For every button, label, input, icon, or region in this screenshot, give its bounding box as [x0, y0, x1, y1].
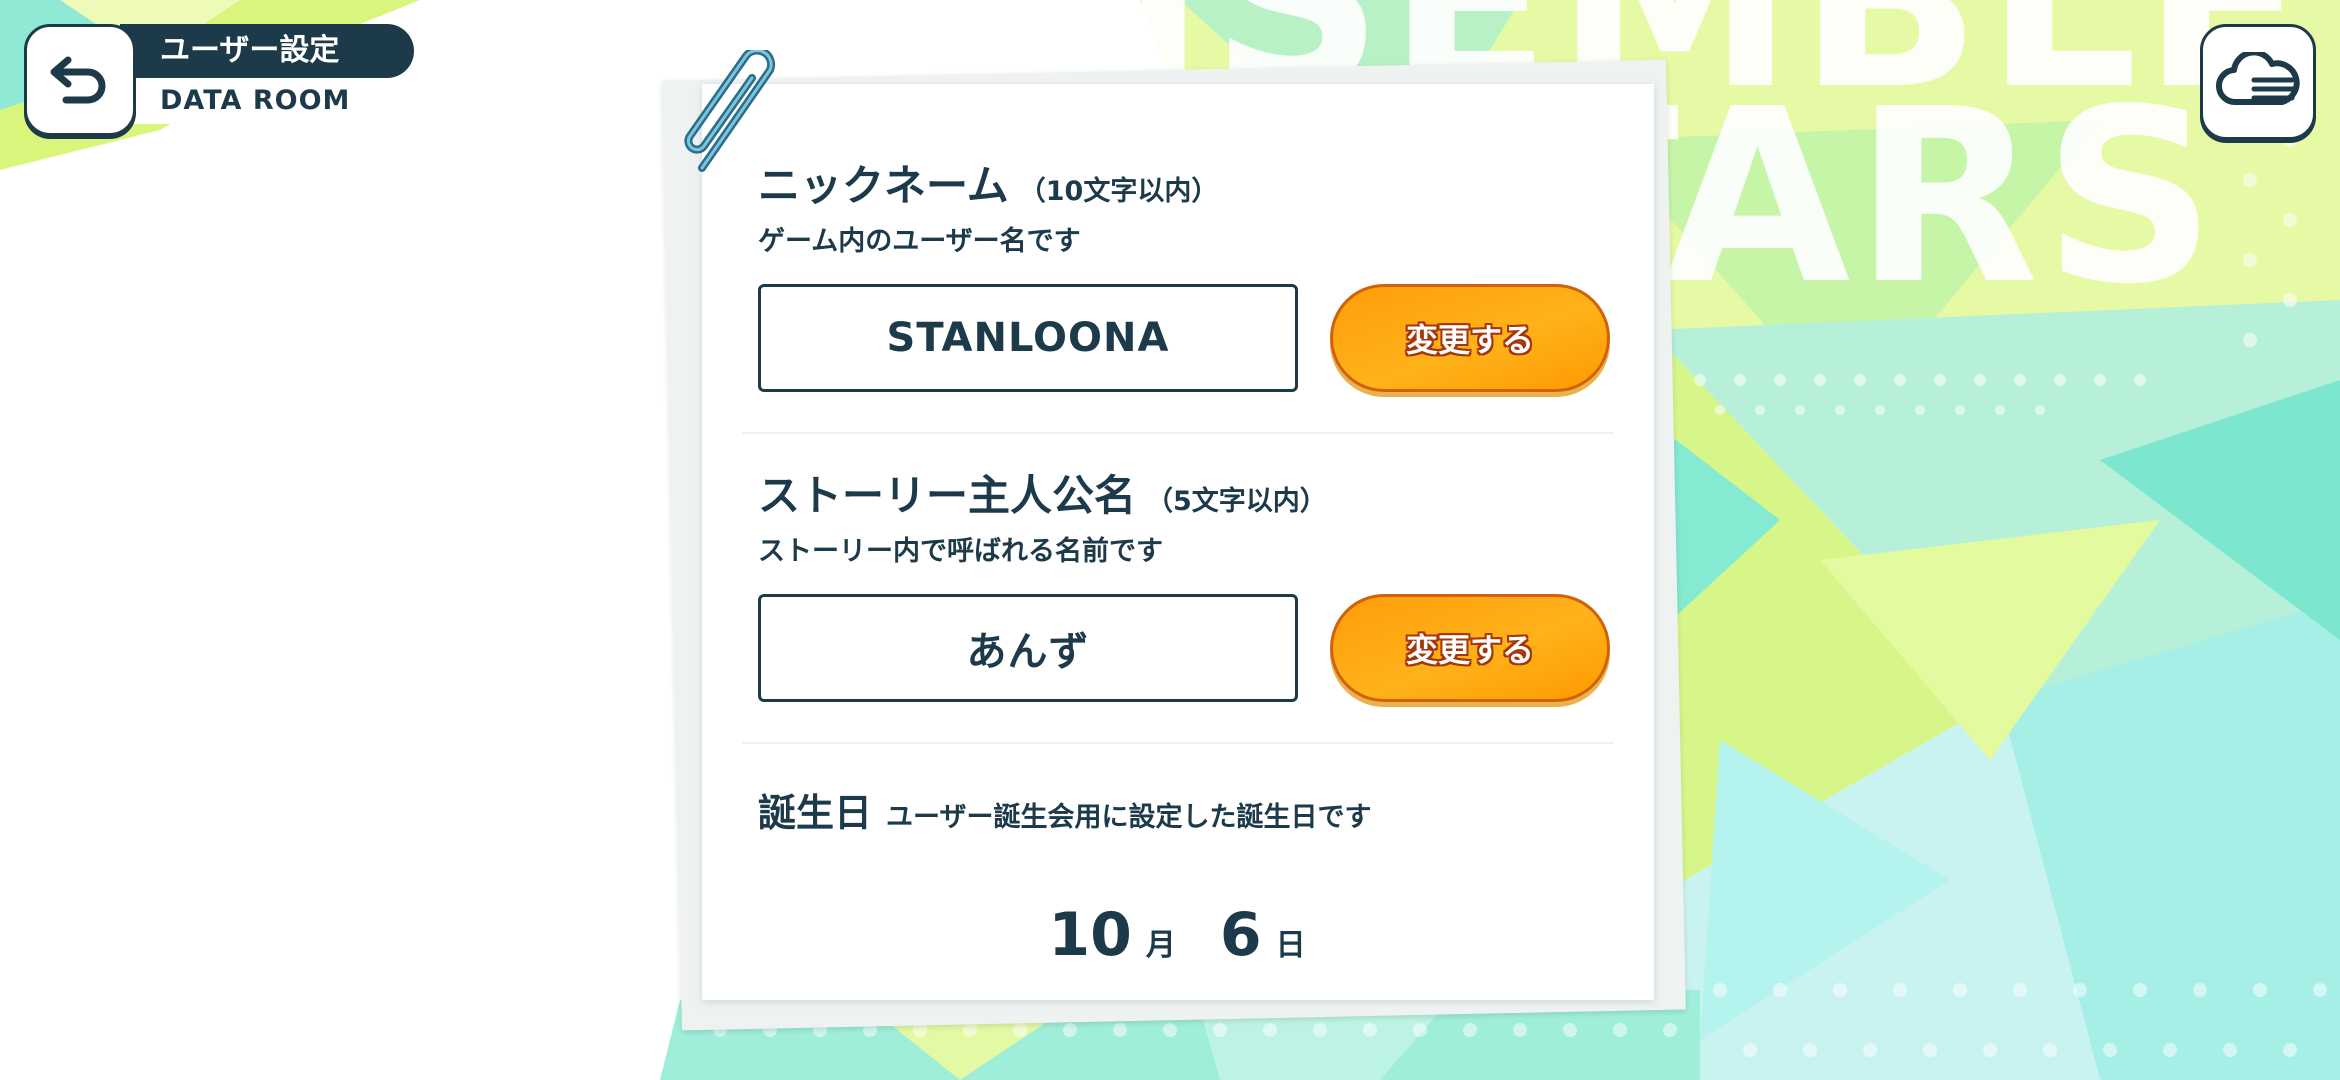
story-name-limit: （5文字以内）	[1146, 486, 1327, 517]
nickname-heading: ニックネーム （10文字以内）	[758, 160, 1618, 218]
page-subtitle: DATA ROOM	[120, 78, 380, 124]
birthday-section: 誕生日 ユーザー誕生会用に設定した誕生日です 10 月 6 日	[758, 782, 1618, 982]
birthday-value: 10 月 6 日	[758, 900, 1618, 970]
back-button[interactable]	[24, 24, 136, 136]
settings-card: ニックネーム （10文字以内） ゲーム内のユーザー名です STANLOONA 変更…	[702, 84, 1654, 1000]
nickname-section: ニックネーム （10文字以内） ゲーム内のユーザー名です STANLOONA 変更…	[758, 160, 1618, 392]
page-title: ユーザー設定	[120, 24, 414, 78]
page-title-plate: ユーザー設定 DATA ROOM	[120, 24, 414, 124]
birthday-title: 誕生日	[758, 791, 873, 835]
nickname-change-button[interactable]: 変更する	[1330, 284, 1610, 392]
story-name-row: あんず 変更する	[758, 594, 1618, 702]
birthday-month: 10	[1048, 900, 1132, 970]
divider	[742, 742, 1614, 744]
birthday-day: 6	[1219, 900, 1262, 970]
story-name-description: ストーリー内で呼ばれる名前です	[758, 536, 1163, 567]
story-name-heading: ストーリー主人公名 （5文字以内）	[758, 470, 1618, 528]
nickname-description: ゲーム内のユーザー名です	[758, 226, 1081, 257]
cloud-menu-button[interactable]	[2200, 24, 2316, 140]
story-name-change-label: 変更する	[1405, 631, 1534, 669]
birthday-heading: 誕生日 ユーザー誕生会用に設定した誕生日です	[758, 782, 1618, 837]
divider	[742, 432, 1614, 434]
story-name-title: ストーリー主人公名	[758, 471, 1137, 520]
story-name-section: ストーリー主人公名 （5文字以内） ストーリー内で呼ばれる名前です あんず 変更す…	[758, 470, 1618, 702]
story-name-field[interactable]: あんず	[758, 594, 1298, 702]
birthday-description: ユーザー誕生会用に設定した誕生日です	[886, 802, 1372, 833]
nickname-limit: （10文字以内）	[1018, 176, 1219, 207]
paperclip-icon	[684, 50, 776, 172]
birthday-day-unit: 日	[1275, 928, 1306, 963]
nickname-change-label: 変更する	[1405, 321, 1534, 359]
birthday-month-unit: 月	[1145, 928, 1176, 963]
story-name-change-button[interactable]: 変更する	[1330, 594, 1610, 702]
nickname-field[interactable]: STANLOONA	[758, 284, 1298, 392]
back-arrow-icon	[50, 56, 106, 104]
cloud-menu-icon	[2216, 52, 2300, 106]
nickname-row: STANLOONA 変更する	[758, 284, 1618, 392]
